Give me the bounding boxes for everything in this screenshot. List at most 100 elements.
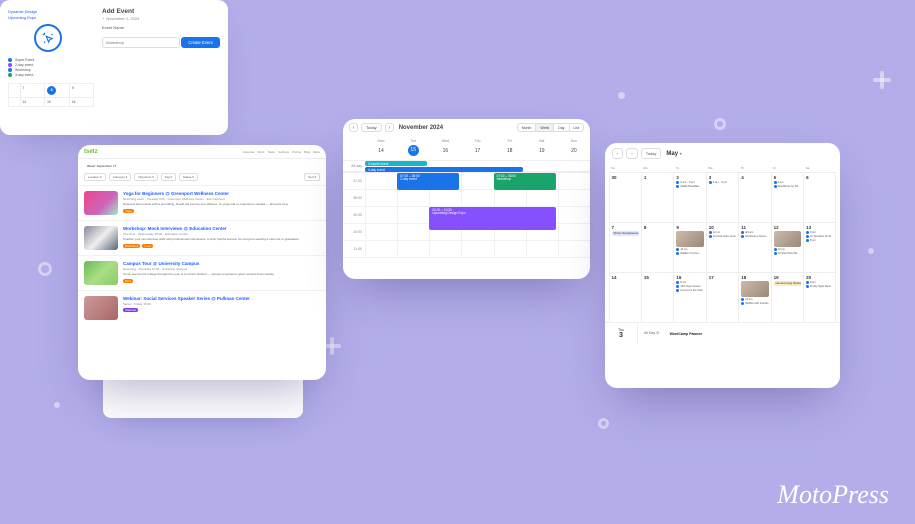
event-item[interactable]: 8 pm: [806, 281, 833, 284]
day-number[interactable]: 20: [558, 143, 590, 160]
event-row[interactable]: Yoga for Beginners @ Greenport Wellness …: [78, 185, 326, 220]
event-item[interactable]: Waffle Breakfast: [676, 185, 703, 188]
day-cell[interactable]: 52 pmWordPress for Writers Workshop: [771, 172, 804, 223]
filter-chip[interactable]: Category ▾: [109, 173, 132, 181]
event-item[interactable]: Crochet Club Lunch: [709, 235, 736, 238]
day-number[interactable]: 17: [461, 143, 493, 160]
event-row[interactable]: Campus Tour @ University Campus Recurrin…: [78, 255, 326, 290]
nav-link[interactable]: Tasks: [267, 150, 275, 154]
event-item[interactable]: 14th Open House: [676, 285, 703, 288]
nav-link[interactable]: Work: [258, 150, 265, 154]
event-item[interactable]: Concert in the Park: [676, 289, 703, 292]
event-row[interactable]: Workshop: Mock Interviews @ Education Ce…: [78, 220, 326, 255]
event-item[interactable]: 12 pm: [774, 248, 801, 251]
day-cell[interactable]: 39 am – 5 pm: [706, 172, 739, 223]
timed-event[interactable]: 09:00 – 10:30Upcoming Design Expo: [429, 207, 555, 230]
next-week-button[interactable]: ›: [385, 123, 394, 132]
event-item[interactable]: ■ 9 am: [741, 231, 768, 234]
day-cell[interactable]: 208 pmFriday Night Dance Party: [803, 272, 836, 323]
month-grid[interactable]: 30129 am – 5 pmWaffle Breakfast39 am – 5…: [605, 172, 840, 322]
day-cell[interactable]: 29 am – 5 pmWaffle Breakfast: [673, 172, 706, 223]
mini-day[interactable]: 15: [44, 97, 70, 107]
mini-day[interactable]: 14: [20, 97, 46, 107]
prev-week-button[interactable]: ‹: [349, 123, 358, 132]
create-event-button[interactable]: Create Event: [181, 37, 219, 48]
event-item[interactable]: 12 pm: [676, 248, 703, 251]
filter-chip[interactable]: Status ▾: [179, 173, 198, 181]
day-cell[interactable]: 14: [609, 272, 642, 323]
event-item[interactable]: 12 pm: [741, 298, 768, 301]
view-day[interactable]: Day: [553, 124, 568, 131]
nav-link[interactable]: Pricing: [292, 150, 301, 154]
day-cell[interactable]: 1012 pmCrochet Club Lunch: [706, 222, 739, 273]
allday-event[interactable]: 4-day event: [365, 167, 523, 172]
today-button[interactable]: Today: [361, 123, 382, 132]
day-cell[interactable]: 1212 pmCrochet Park Place Outing: [771, 222, 804, 273]
view-list[interactable]: List: [569, 124, 583, 131]
day-number[interactable]: 14: [365, 143, 397, 160]
event-item[interactable]: Waffles with Friends: [741, 302, 768, 305]
event-title[interactable]: Workshop: Mock Interviews @ Education Ce…: [123, 226, 320, 231]
nav-link[interactable]: Calendar: [242, 150, 254, 154]
mini-day[interactable]: 16: [69, 97, 95, 107]
event-title[interactable]: Campus Tour @ University Campus: [123, 261, 320, 266]
event-item[interactable]: Waffles Crochet Club Lunch: [676, 252, 703, 255]
week-grid[interactable]: 07:00 – 08:002-day event 07:00 – 08:00Wor…: [365, 173, 590, 258]
mini-day[interactable]: 9: [69, 83, 95, 98]
day-cell[interactable]: 8: [641, 222, 674, 273]
event-item[interactable]: 9 am – 5 pm: [709, 181, 736, 184]
event-item[interactable]: 9 am – 5 pm: [676, 181, 703, 184]
event-name-input[interactable]: [102, 37, 180, 48]
timed-event[interactable]: 07:00 – 08:00Workshop: [494, 173, 556, 190]
event-title[interactable]: Webinar: Social Services Speaker Series …: [123, 296, 320, 301]
day-cell[interactable]: 7Winter Renaissance Fair: [609, 222, 642, 273]
day-number[interactable]: 19: [526, 143, 558, 160]
event-item[interactable]: Friday Night Dance Party: [806, 285, 833, 288]
timed-event[interactable]: 07:00 – 08:002-day event: [397, 173, 459, 190]
day-cell[interactable]: 15: [641, 272, 674, 323]
mini-day[interactable]: 7: [20, 83, 46, 98]
day-cell[interactable]: 1: [641, 172, 674, 223]
filter-chip[interactable]: Location ▾: [84, 173, 106, 181]
nav-link[interactable]: Settings: [278, 150, 289, 154]
day-cell[interactable]: 912 pmWaffles Crochet Club Lunch: [673, 222, 706, 273]
event-item[interactable]: 8 am: [676, 281, 703, 284]
day-cell[interactable]: 6: [803, 172, 836, 223]
event-title[interactable]: Yoga for Beginners @ Greenport Wellness …: [123, 191, 320, 196]
filter-chip[interactable]: Tag ▾: [161, 173, 176, 181]
event-item[interactable]: 2 pm: [774, 181, 801, 184]
site-logo[interactable]: tsetz: [84, 149, 98, 155]
event-item[interactable]: Crochet Park Place Outing: [774, 252, 801, 255]
event-link[interactable]: Dynamic Design: [8, 9, 94, 14]
multi-day-event[interactable]: Winter Renaissance Fair: [612, 231, 639, 236]
day-cell[interactable]: 1812 pmWaffles with Friends: [738, 272, 771, 323]
day-cell[interactable]: 19Homecoming Weekend: [771, 272, 804, 323]
event-item[interactable]: WordPress for Writers Workshop: [774, 185, 801, 188]
view-month[interactable]: Month: [518, 124, 536, 131]
day-cell[interactable]: 138 pmLF Donation Fundraiser8 pm: [803, 222, 836, 273]
month-title[interactable]: May ▾: [666, 151, 681, 157]
event-link[interactable]: Upcoming Expo: [8, 15, 94, 20]
day-number[interactable]: 15: [397, 143, 429, 160]
sort-button[interactable]: Sort ▾: [304, 173, 320, 181]
day-strip-event[interactable]: WordCamp Pawnee: [670, 332, 703, 336]
event-item[interactable]: 8 pm: [806, 231, 833, 234]
today-button[interactable]: Today: [641, 148, 662, 159]
nav-link[interactable]: More: [313, 150, 320, 154]
day-number[interactable]: 18: [494, 143, 526, 160]
day-cell[interactable]: 4: [738, 172, 771, 223]
event-item[interactable]: WordCamp Overview: [741, 235, 768, 238]
event-item[interactable]: LF Donation Fundraiser: [806, 235, 833, 238]
prev-month-button[interactable]: ‹: [612, 148, 623, 159]
filter-chip[interactable]: Organizer ▾: [134, 173, 158, 181]
mini-day[interactable]: 8: [44, 83, 70, 98]
next-month-button[interactable]: ›: [626, 148, 637, 159]
nav-link[interactable]: Blog: [304, 150, 310, 154]
view-week[interactable]: Week: [535, 124, 553, 131]
multi-day-event[interactable]: Homecoming Weekend: [774, 281, 801, 286]
allday-event[interactable]: 3-month event: [365, 161, 427, 166]
day-number[interactable]: 16: [429, 143, 461, 160]
day-cell[interactable]: 17: [706, 272, 739, 323]
event-row[interactable]: Webinar: Social Services Speaker Series …: [78, 290, 326, 325]
day-cell[interactable]: 11■ 9 amWordCamp Overview: [738, 222, 771, 273]
